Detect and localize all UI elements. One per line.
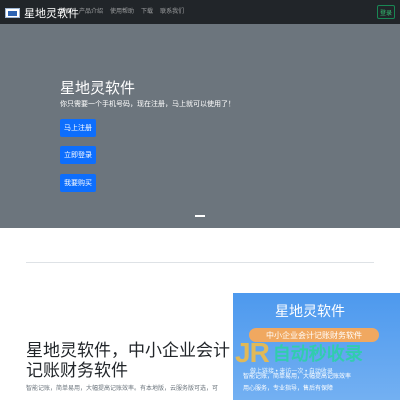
feature-heading: 星地灵软件，中小企业会计记账财务软件 [26, 341, 230, 380]
hero-title: 星地灵软件 [60, 80, 136, 97]
carousel-indicator[interactable] [195, 215, 205, 217]
nav-link-download[interactable]: 下载 [141, 8, 153, 16]
nav-link-help[interactable]: 使用帮助 [110, 8, 134, 16]
nav-link-home[interactable]: 首页 [60, 8, 72, 16]
watermark-subtext: 做上链接 • 来访一次 • 自动收录 [250, 369, 333, 375]
nav-link-contact[interactable]: 联系我们 [160, 8, 184, 16]
login-now-button[interactable]: 立即登录 [60, 146, 96, 164]
section-divider [26, 262, 374, 263]
watermark: JR 自动秒收录 [235, 338, 363, 368]
top-navbar: 星地灵软件 首页 产品介绍 使用帮助 下载 联系我们 登录 [0, 0, 400, 24]
main-nav: 首页 产品介绍 使用帮助 下载 联系我们 [60, 8, 191, 16]
register-button[interactable]: 马上注册 [60, 119, 96, 137]
promo-line: 用心服务，专业指导，售后有保障 [243, 386, 334, 392]
hero-subtitle: 你只需要一个手机号码，现在注册，马上就可以使用了！ [60, 101, 235, 108]
hero-carousel: 星地灵软件 你只需要一个手机号码，现在注册，马上就可以使用了！ 马上注册 立即登… [0, 24, 400, 228]
nav-link-products[interactable]: 产品介绍 [79, 8, 103, 16]
feature-description: 智能记账，简单易用，大幅提高记账效率。有本地版，云服务版可选，可 [26, 386, 219, 392]
buy-button[interactable]: 我要购买 [60, 174, 96, 192]
watermark-text: 自动秒收录 [272, 344, 363, 364]
logo-icon [5, 8, 20, 18]
promo-title: 星地灵软件 [275, 303, 345, 319]
login-button[interactable]: 登录 [377, 5, 395, 19]
watermark-logo: JR [235, 337, 270, 368]
